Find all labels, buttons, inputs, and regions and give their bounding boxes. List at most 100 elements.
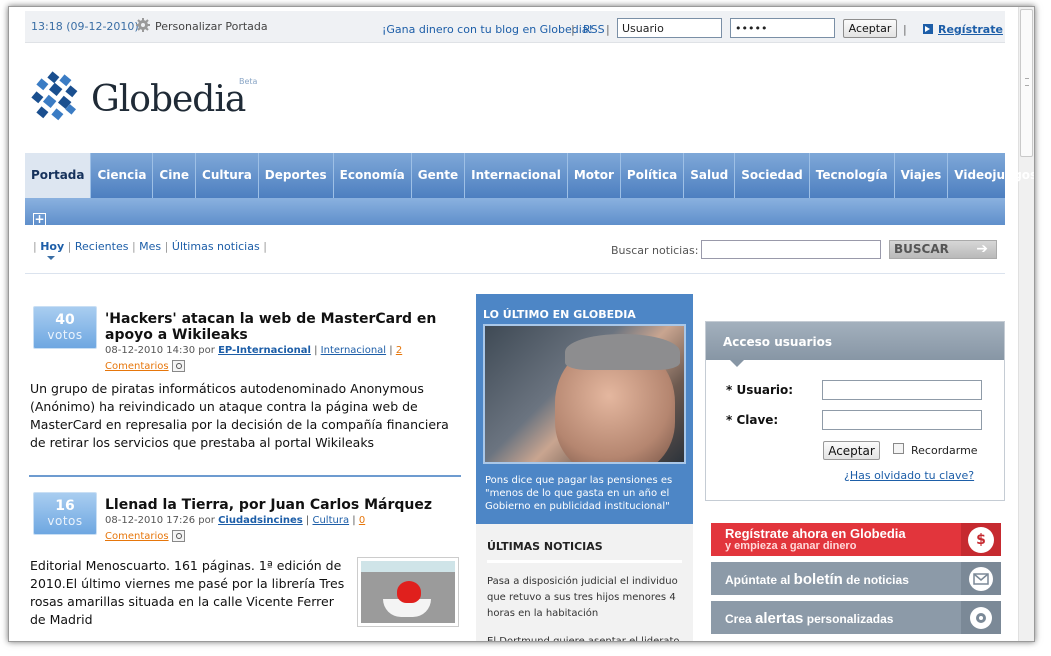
alertas-banner-text: Crea alertas personalizadas: [725, 610, 893, 627]
ultimas-noticias-box: ÚLTIMAS NOTICIAS Pasa a disposición judi…: [476, 524, 693, 641]
separator: |: [571, 23, 575, 36]
featured-photo[interactable]: [483, 324, 686, 464]
nav-item-internacional[interactable]: Internacional: [465, 153, 568, 198]
nav-item-deportes[interactable]: Deportes: [259, 153, 334, 198]
header-username-input[interactable]: [617, 18, 722, 38]
filter-mes[interactable]: Mes: [139, 240, 161, 253]
magnifier-icon[interactable]: [171, 530, 185, 542]
ultimas-noticias-title: ÚLTIMAS NOTICIAS: [487, 540, 603, 553]
nav-item-política[interactable]: Política: [621, 153, 685, 198]
arrow-right-icon: [923, 24, 933, 34]
separator: |: [606, 23, 610, 36]
filter-recientes[interactable]: Recientes: [75, 240, 129, 253]
nav-item-motor[interactable]: Motor: [568, 153, 621, 198]
boletin-banner[interactable]: Apúntate al boletín de noticias: [711, 562, 1001, 595]
alertas-pre: Crea: [725, 612, 756, 626]
rss-link[interactable]: RSS: [583, 23, 605, 36]
nav-item-economía[interactable]: Economía: [334, 153, 412, 198]
scrollbar[interactable]: [1018, 7, 1034, 641]
sub-nav-bar: [25, 198, 1005, 225]
vote-label: votos: [47, 514, 83, 528]
password-input[interactable]: [822, 410, 982, 430]
password-label: * Clave:: [726, 413, 779, 427]
lo-ultimo-box: LO ÚLTIMO EN GLOBEDIA Pons dice que paga…: [476, 294, 693, 524]
vote-button[interactable]: 16 votos: [33, 492, 97, 535]
nav-item-cine[interactable]: Cine: [153, 153, 197, 198]
article-title[interactable]: Llenad la Tierra, por Juan Carlos Márque…: [105, 497, 465, 513]
article-category-link[interactable]: Cultura: [312, 515, 349, 526]
separator: |: [352, 515, 356, 526]
article-thumbnail[interactable]: [357, 557, 459, 627]
register-banner[interactable]: Regístrate ahora en Globedia y empieza a…: [711, 523, 1001, 556]
header-password-input[interactable]: [730, 18, 835, 38]
remember-checkbox[interactable]: [893, 443, 904, 454]
filter-ultimas-noticias[interactable]: Últimas noticias: [172, 240, 260, 253]
news-item[interactable]: El Dortmund quiere asentar el liderato: [487, 634, 685, 641]
top-bar: 13:18 (09-12-2010) Personalizar Portada …: [25, 11, 1005, 43]
article-date: 08-12-2010 17:26 por: [105, 515, 215, 526]
separator: |: [67, 240, 72, 253]
nav-item-videojuegos[interactable]: Videojuegos: [948, 153, 1034, 198]
boletin-pre: Apúntate al: [725, 573, 794, 587]
header-login-button[interactable]: Aceptar: [843, 19, 897, 38]
register-banner-title: Regístrate ahora en Globedia: [725, 526, 906, 541]
username-input[interactable]: [822, 380, 982, 400]
category-nav: Portada Ciencia Cine Cultura Deportes Economí…: [25, 153, 1034, 226]
login-button[interactable]: Aceptar: [823, 441, 880, 460]
article-author-link[interactable]: Ciudadsincines: [218, 515, 303, 526]
pointer-notch: [730, 360, 744, 367]
featured-caption[interactable]: Pons dice que pagar las pensiones es "me…: [485, 474, 685, 513]
nav-item-ciencia[interactable]: Ciencia: [91, 153, 154, 198]
username-label: * Usuario:: [726, 383, 794, 397]
separator: |: [164, 240, 169, 253]
separator: |: [305, 515, 310, 526]
access-title: Acceso usuarios: [723, 335, 832, 349]
nav-item-sociedad[interactable]: Sociedad: [735, 153, 810, 198]
register-link[interactable]: Regístrate: [938, 23, 1003, 36]
article-divider: [29, 475, 461, 477]
separator: |: [33, 240, 37, 253]
article-title[interactable]: 'Hackers' atacan la web de MasterCard en…: [105, 311, 465, 343]
article-category-link[interactable]: Internacional: [321, 345, 386, 356]
dollar-icon: $: [961, 523, 1001, 556]
personalizar-portada-link[interactable]: Personalizar Portada: [155, 20, 268, 33]
beta-label: Beta: [239, 77, 258, 86]
filter-hoy[interactable]: Hoy: [40, 240, 64, 253]
nav-item-salud[interactable]: Salud: [684, 153, 736, 198]
separator: |: [389, 345, 393, 356]
gear-icon[interactable]: [135, 17, 151, 33]
nav-item-tecnología[interactable]: Tecnología: [810, 153, 895, 198]
divider: [487, 560, 682, 563]
scrollbar-thumb[interactable]: [1020, 9, 1033, 157]
article-meta: 08-12-2010 17:26 por Ciudadsincines | Cu…: [105, 513, 405, 545]
nav-item-portada[interactable]: Portada: [25, 153, 92, 198]
vote-button[interactable]: 40 votos: [33, 306, 97, 349]
forgot-password-link[interactable]: ¿Has olvidado tu clave?: [844, 469, 974, 482]
globe-logo-icon[interactable]: [29, 71, 81, 125]
search-button[interactable]: BUSCAR ➔: [889, 240, 997, 259]
promo-link[interactable]: ¡Gana dinero con tu blog en Globedia!: [382, 23, 593, 36]
arrow-right-icon: ➔: [976, 241, 988, 257]
divider: [25, 273, 1005, 274]
article-summary: Editorial Menoscuarto. 161 páginas. 1ª e…: [30, 558, 345, 627]
nav-item-gente-y-tv[interactable]: Gente y TV: [412, 153, 466, 226]
nav-item-viajes[interactable]: Viajes: [895, 153, 949, 198]
article-author-link[interactable]: EP-Internacional: [218, 345, 311, 356]
boletin-banner-text: Apúntate al boletín de noticias: [725, 571, 909, 588]
alertas-banner[interactable]: Crea alertas personalizadas: [711, 601, 1001, 634]
magnifier-icon[interactable]: [171, 360, 185, 372]
globedia-logo-text[interactable]: Globedia: [91, 79, 246, 120]
article-meta: 08-12-2010 14:30 por EP-Internacional | …: [105, 343, 405, 375]
nav-item-cultura[interactable]: Cultura: [196, 153, 259, 198]
page: 13:18 (09-12-2010) Personalizar Portada …: [25, 7, 1034, 641]
separator: |: [131, 240, 136, 253]
current-time: 13:18 (09-12-2010): [31, 20, 139, 33]
news-item[interactable]: Pasa a disposición judicial el individuo…: [487, 574, 685, 622]
browser-viewport: 13:18 (09-12-2010) Personalizar Portada …: [8, 6, 1035, 642]
boletin-big: boletín: [793, 571, 843, 588]
plus-icon[interactable]: +: [33, 213, 46, 226]
alertas-post: personalizadas: [803, 612, 894, 626]
separator: |: [903, 23, 907, 36]
alertas-big: alertas: [755, 610, 804, 627]
search-input[interactable]: [701, 240, 881, 259]
